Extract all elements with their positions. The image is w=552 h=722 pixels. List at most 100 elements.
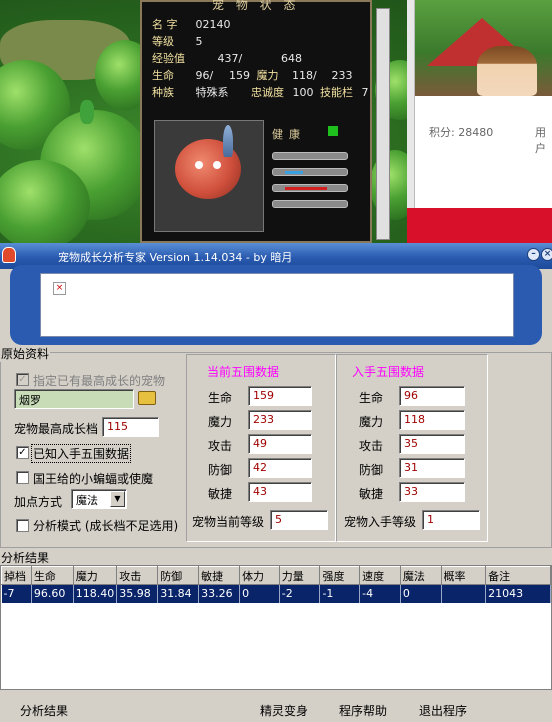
add-mode-value: 魔法 bbox=[76, 494, 98, 507]
known-stats-checkbox[interactable]: ✓ bbox=[16, 446, 29, 459]
table-cell: 0 bbox=[400, 584, 442, 603]
current-mp-input[interactable]: 233 bbox=[248, 410, 312, 430]
col-header[interactable]: 防御 bbox=[157, 566, 200, 585]
game-background: 积分: 28480 用户 宠 物 状 态 名 字 02140 等级 5 经验值 … bbox=[0, 0, 552, 243]
table-cell: -1 bbox=[319, 584, 361, 603]
red-banner bbox=[407, 208, 552, 243]
pet-level-label: 等级 bbox=[152, 35, 174, 48]
minimize-icon[interactable]: – bbox=[527, 248, 540, 261]
col-header[interactable]: 掉档 bbox=[1, 566, 32, 585]
current-agi-input[interactable]: 43 bbox=[248, 482, 312, 502]
open-folder-icon[interactable] bbox=[138, 391, 156, 405]
max-growth-label: 宠物最高成长档 bbox=[14, 422, 99, 436]
initial-def-label: 防御 bbox=[359, 463, 384, 477]
max-growth-input[interactable]: 115 bbox=[102, 417, 159, 437]
browser-panel: 积分: 28480 用户 bbox=[407, 0, 552, 243]
current-mp-label: 魔力 bbox=[208, 415, 233, 429]
current-hp-input[interactable]: 159 bbox=[248, 386, 312, 406]
best-growth-checkbox[interactable]: ✓ bbox=[16, 373, 29, 386]
initial-agi-input[interactable]: 33 bbox=[399, 482, 465, 502]
table-cell: -2 bbox=[279, 584, 321, 603]
table-cell: -7 bbox=[1, 584, 32, 603]
col-header[interactable]: 魔力 bbox=[72, 566, 118, 585]
pet-name-value: 02140 bbox=[195, 18, 231, 31]
current-hp-label: 生命 bbox=[208, 391, 233, 405]
pet-status-window: 宠 物 状 态 名 字 02140 等级 5 经验值 437/ 648 生命 9… bbox=[140, 0, 390, 243]
table-cell bbox=[441, 584, 487, 603]
current-level-label: 宠物当前等级 bbox=[192, 515, 265, 529]
table-cell: 0 bbox=[239, 584, 280, 603]
bottom-toolbar: 分析结果 精灵变身 程序帮助 退出程序 bbox=[0, 696, 552, 722]
gauge-bar bbox=[272, 168, 348, 176]
player-character bbox=[80, 100, 94, 124]
window-title: 宠物成长分析专家 Version 1.14.034 - by 暗月 bbox=[58, 251, 293, 264]
results-label: 分析结果 bbox=[0, 549, 51, 566]
pet-status-title: 宠 物 状 态 bbox=[212, 0, 300, 12]
current-level-input[interactable]: 5 bbox=[270, 510, 328, 530]
window-scrollbar[interactable] bbox=[376, 8, 390, 240]
chevron-down-icon[interactable]: ▼ bbox=[110, 491, 125, 507]
initial-mp-label: 魔力 bbox=[359, 415, 384, 429]
col-header[interactable]: 速度 bbox=[359, 566, 401, 585]
pet-loyalty-label: 忠诚度 bbox=[251, 86, 284, 99]
pet-exp-value: 437/ bbox=[217, 52, 243, 65]
col-header[interactable]: 生命 bbox=[30, 566, 74, 585]
add-mode-select[interactable]: 魔法 ▼ bbox=[71, 489, 127, 509]
health-indicator-icon bbox=[328, 126, 338, 136]
close-icon[interactable]: × bbox=[541, 248, 552, 261]
pet-sprite bbox=[175, 125, 241, 199]
banner-image bbox=[407, 0, 552, 96]
analysis-mode-label: 分析模式 (成长档不足选用) bbox=[33, 519, 179, 533]
browser-scrollbar[interactable] bbox=[407, 0, 415, 243]
table-cell: -4 bbox=[359, 584, 401, 603]
table-cell: 21043 bbox=[485, 584, 551, 603]
initial-stats-header: 入手五围数据 bbox=[352, 365, 425, 379]
col-header[interactable]: 力量 bbox=[278, 566, 321, 585]
raw-data-label: 原始资料 bbox=[0, 345, 51, 362]
king-bat-checkbox[interactable] bbox=[16, 471, 29, 484]
pet-mp-max: 233 bbox=[331, 69, 353, 82]
analyze-button[interactable]: 分析结果 bbox=[20, 702, 68, 719]
current-stats-header: 当前五围数据 bbox=[207, 365, 280, 379]
pet-hp-label: 生命 bbox=[152, 69, 174, 82]
help-button[interactable]: 程序帮助 bbox=[339, 702, 387, 719]
king-bat-label: 国王给的小蝙蝠或使魔 bbox=[33, 472, 154, 486]
score-text: 积分: 28480 bbox=[429, 126, 494, 139]
analysis-mode-checkbox[interactable] bbox=[16, 519, 29, 532]
col-header[interactable]: 体力 bbox=[239, 566, 280, 585]
col-header[interactable]: 魔法 bbox=[399, 566, 442, 585]
col-header[interactable]: 强度 bbox=[319, 566, 361, 585]
current-def-input[interactable]: 42 bbox=[248, 458, 312, 478]
initial-atk-input[interactable]: 35 bbox=[399, 434, 465, 454]
current-def-label: 防御 bbox=[208, 463, 233, 477]
pet-skill-label: 技能栏 bbox=[320, 86, 353, 99]
transform-button[interactable]: 精灵变身 bbox=[260, 702, 308, 719]
table-cell: 33.26 bbox=[198, 584, 241, 603]
col-header[interactable]: 备注 bbox=[485, 566, 551, 585]
current-atk-input[interactable]: 49 bbox=[248, 434, 312, 454]
initial-level-label: 宠物入手等级 bbox=[344, 515, 417, 529]
pet-growth-analyzer-window: 宠物成长分析专家 Version 1.14.034 - by 暗月 – × × … bbox=[0, 243, 552, 722]
known-stats-label: 已知入手五围数据 bbox=[31, 444, 132, 463]
initial-mp-input[interactable]: 118 bbox=[399, 410, 465, 430]
pet-hp-value: 96/ bbox=[195, 69, 214, 82]
initial-agi-label: 敏捷 bbox=[359, 487, 384, 501]
pet-name-label: 名 字 bbox=[152, 18, 178, 31]
table-header-row: 掉档 生命 魔力 攻击 防御 敏捷 体力 力量 强度 速度 魔法 概率 备注 bbox=[1, 566, 551, 585]
table-row[interactable]: -7 96.60 118.40 35.98 31.84 33.26 0 -2 -… bbox=[1, 584, 551, 603]
initial-def-input[interactable]: 31 bbox=[399, 458, 465, 478]
col-header[interactable]: 敏捷 bbox=[198, 566, 241, 585]
initial-hp-input[interactable]: 96 bbox=[399, 386, 465, 406]
pet-skill-value: 7 bbox=[361, 86, 369, 99]
pet-name-input[interactable]: 烟罗 bbox=[14, 389, 134, 409]
banner-frame: × bbox=[10, 265, 542, 345]
initial-level-input[interactable]: 1 bbox=[422, 510, 480, 530]
col-header[interactable]: 概率 bbox=[440, 566, 487, 585]
pet-race-value: 特殊系 bbox=[195, 86, 229, 99]
banner-area: × bbox=[40, 273, 514, 337]
exit-button[interactable]: 退出程序 bbox=[419, 702, 467, 719]
col-header[interactable]: 攻击 bbox=[116, 566, 159, 585]
pet-exp-next: 648 bbox=[281, 52, 302, 65]
pet-level-value: 5 bbox=[195, 35, 203, 48]
results-table: 掉档 生命 魔力 攻击 防御 敏捷 体力 力量 强度 速度 魔法 概率 备注 -… bbox=[0, 565, 552, 690]
